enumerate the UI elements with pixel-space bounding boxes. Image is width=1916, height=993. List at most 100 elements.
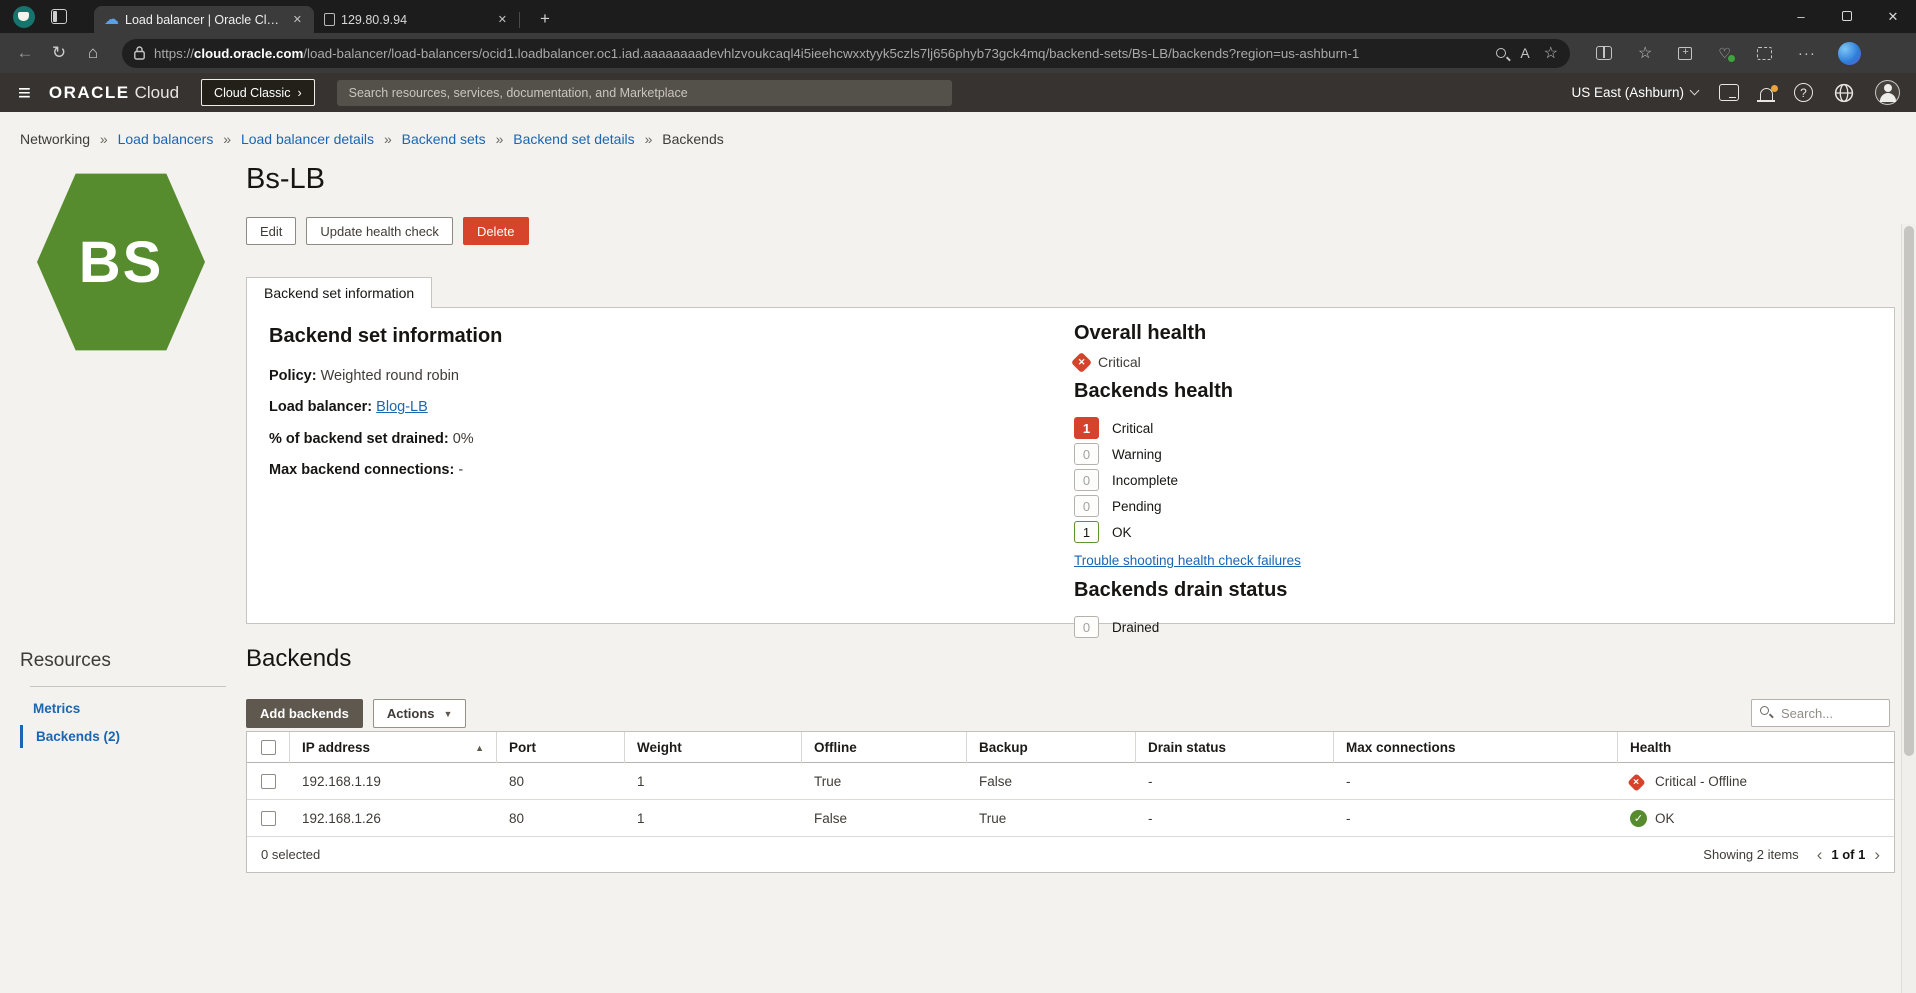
edit-button[interactable]: Edit: [246, 217, 296, 245]
table-row[interactable]: 192.168.1.26 80 1 False True - - ✓OK: [247, 800, 1894, 837]
backend-set-panel: Backend set information Policy: Weighted…: [246, 307, 1895, 624]
sidebar-item-backends[interactable]: Backends (2): [20, 725, 120, 748]
health-status-critical: 1 Critical: [1074, 417, 1894, 439]
refresh-icon[interactable]: ↻: [42, 43, 76, 63]
troubleshoot-link[interactable]: Trouble shooting health check failures: [1074, 553, 1301, 568]
field-load-balancer: Load balancer: Blog-LB: [269, 396, 1052, 418]
breadcrumb-link-load-balancer-details[interactable]: Load balancer details: [241, 131, 374, 147]
window-close-button[interactable]: ✕: [1870, 0, 1916, 33]
tab-workspaces-icon[interactable]: [51, 9, 67, 24]
row-checkbox[interactable]: [261, 811, 276, 826]
browser-tab-active[interactable]: ☁ Load balancer | Oracle Cloud Infra ✕: [94, 6, 314, 33]
cell-offline: True: [802, 774, 967, 789]
zoom-icon[interactable]: [1496, 48, 1506, 58]
breadcrumb-link-backend-set-details[interactable]: Backend set details: [513, 131, 634, 147]
resources-heading: Resources: [20, 650, 111, 672]
settings-menu-icon[interactable]: ···: [1798, 45, 1816, 62]
split-screen-icon[interactable]: [1596, 46, 1612, 60]
breadcrumb-link-load-balancers[interactable]: Load balancers: [118, 131, 214, 147]
page-next-icon[interactable]: ›: [1874, 845, 1880, 865]
breadcrumb-link-backend-sets[interactable]: Backend sets: [402, 131, 486, 147]
cell-backup: True: [967, 811, 1136, 826]
cloud-shell-icon[interactable]: [1719, 84, 1739, 101]
region-selector[interactable]: US East (Ashburn): [1571, 85, 1698, 100]
language-globe-icon[interactable]: [1834, 83, 1854, 103]
page-prev-icon[interactable]: ‹: [1817, 845, 1823, 865]
breadcrumb-item-current: Backends: [662, 131, 723, 147]
overall-health-status: ✕ Critical: [1074, 354, 1894, 370]
read-aloud-icon[interactable]: A: [1520, 45, 1529, 61]
column-header-port[interactable]: Port: [497, 732, 625, 763]
select-all-checkbox[interactable]: [261, 740, 276, 755]
backends-toolbar: Add backends Actions▼: [246, 699, 466, 728]
announcements-bell-icon[interactable]: [1760, 88, 1773, 100]
column-header-health[interactable]: Health: [1618, 732, 1894, 763]
chevron-right-icon: ›: [297, 86, 301, 100]
page-scrollbar[interactable]: [1901, 224, 1916, 993]
help-icon[interactable]: ?: [1794, 83, 1813, 102]
column-header-offline[interactable]: Offline: [802, 732, 967, 763]
browser-tab-inactive[interactable]: 129.80.9.94 ✕: [314, 6, 519, 33]
column-header-weight[interactable]: Weight: [625, 732, 802, 763]
screenshot-icon[interactable]: [1757, 47, 1772, 60]
critical-diamond-icon: ✕: [1071, 351, 1092, 372]
actions-button[interactable]: Actions▼: [373, 699, 467, 728]
lock-icon: [134, 46, 145, 60]
breadcrumb-item: Networking: [20, 131, 90, 147]
column-header-drain-status[interactable]: Drain status: [1136, 732, 1334, 763]
delete-button[interactable]: Delete: [463, 217, 529, 245]
cell-port: 80: [497, 811, 625, 826]
cell-health: ✓OK: [1618, 810, 1894, 827]
cell-health: ✕Critical - Offline: [1618, 774, 1894, 789]
browser-essentials-icon[interactable]: ♡: [1718, 45, 1731, 62]
cell-weight: 1: [625, 811, 802, 826]
table-search-input[interactable]: [1751, 699, 1890, 727]
url-text: https://cloud.oracle.com/load-balancer/l…: [154, 46, 1482, 61]
window-controls: – ✕: [1778, 0, 1916, 33]
ok-check-icon: ✓: [1630, 810, 1647, 827]
copilot-icon[interactable]: [1838, 42, 1861, 65]
address-bar[interactable]: https://cloud.oracle.com/load-balancer/l…: [122, 39, 1570, 68]
scrollbar-thumb[interactable]: [1904, 226, 1914, 756]
load-balancer-link[interactable]: Blog-LB: [376, 399, 428, 415]
critical-count-badge: 1: [1074, 417, 1099, 439]
browser-profile-icon[interactable]: [13, 6, 35, 28]
health-status-incomplete: 0 Incomplete: [1074, 469, 1894, 491]
cloud-classic-button[interactable]: Cloud Classic›: [201, 79, 315, 106]
backend-set-avatar: BS: [37, 170, 205, 354]
favorites-bar-icon[interactable]: ☆: [1638, 43, 1652, 63]
minimize-button[interactable]: –: [1778, 0, 1824, 33]
row-checkbox[interactable]: [261, 774, 276, 789]
new-tab-button[interactable]: +: [534, 9, 556, 29]
add-backends-button[interactable]: Add backends: [246, 699, 363, 728]
column-header-max-connections[interactable]: Max connections: [1334, 732, 1618, 763]
cell-port: 80: [497, 774, 625, 789]
health-status-warning: 0 Warning: [1074, 443, 1894, 465]
update-health-check-button[interactable]: Update health check: [306, 217, 453, 245]
oracle-cloud-logo[interactable]: ORACLECloud: [49, 83, 179, 103]
table-row[interactable]: 192.168.1.19 80 1 True False - - ✕Critic…: [247, 763, 1894, 800]
breadcrumb: Networking » Load balancers » Load balan…: [20, 131, 724, 147]
hamburger-menu-icon[interactable]: ≡: [18, 82, 31, 104]
page-favicon: [324, 13, 335, 26]
tab-backend-set-information[interactable]: Backend set information: [246, 277, 432, 308]
sidebar-item-metrics[interactable]: Metrics: [20, 697, 80, 720]
oci-search-input[interactable]: [337, 80, 952, 106]
pagination: ‹ 1 of 1 ›: [1817, 845, 1880, 865]
home-icon[interactable]: ⌂: [76, 43, 110, 63]
tab-close-icon[interactable]: ✕: [289, 11, 306, 28]
back-icon[interactable]: ←: [8, 43, 42, 63]
cell-backup: False: [967, 774, 1136, 789]
user-avatar[interactable]: [1875, 80, 1900, 105]
tab-title: Load balancer | Oracle Cloud Infra: [125, 13, 283, 27]
backends-health-heading: Backends health: [1074, 380, 1894, 403]
favorite-star-icon[interactable]: ☆: [1544, 43, 1558, 63]
collections-icon[interactable]: [1678, 47, 1692, 60]
maximize-button[interactable]: [1824, 0, 1870, 33]
pending-count-badge: 0: [1074, 495, 1099, 517]
browser-toolbar: ← ↻ ⌂ https://cloud.oracle.com/load-bala…: [0, 33, 1916, 73]
column-header-ip[interactable]: IP address▲: [290, 732, 497, 763]
tab-close-icon[interactable]: ✕: [494, 11, 511, 28]
backend-set-info-column: Backend set information Policy: Weighted…: [247, 308, 1074, 508]
column-header-backup[interactable]: Backup: [967, 732, 1136, 763]
